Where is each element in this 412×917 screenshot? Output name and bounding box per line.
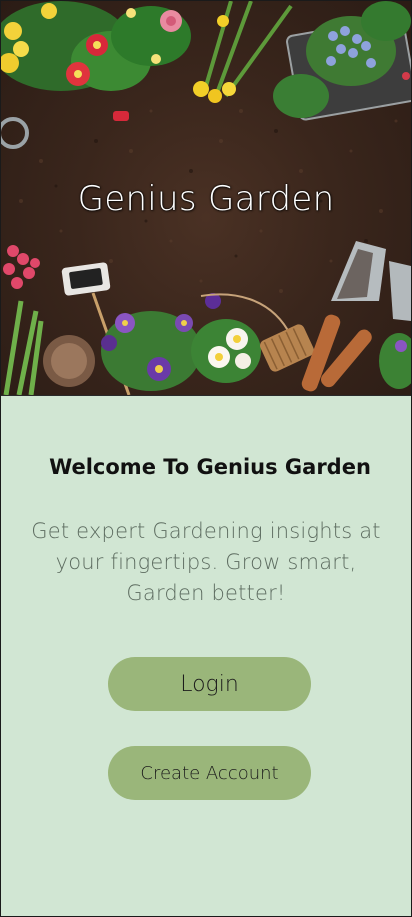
welcome-tagline: Get expert Gardening insights at your fi… xyxy=(31,519,381,605)
hero-garden-image: Genius Garden xyxy=(1,1,411,395)
flowers-top-right xyxy=(273,1,411,121)
flowers-bottom-middle xyxy=(101,293,261,391)
create-account-button[interactable]: Create Account xyxy=(108,746,311,800)
welcome-heading: Welcome To Genius Garden xyxy=(49,455,371,479)
garden-tools xyxy=(301,241,411,392)
login-button[interactable]: Login xyxy=(108,657,311,711)
flowers-top-left xyxy=(1,1,191,121)
welcome-screen: Genius Garden Welcome To Genius Garden G… xyxy=(0,0,412,917)
welcome-panel: Welcome To Genius Garden Get expert Gard… xyxy=(1,395,411,916)
app-title: Genius Garden xyxy=(77,179,335,219)
